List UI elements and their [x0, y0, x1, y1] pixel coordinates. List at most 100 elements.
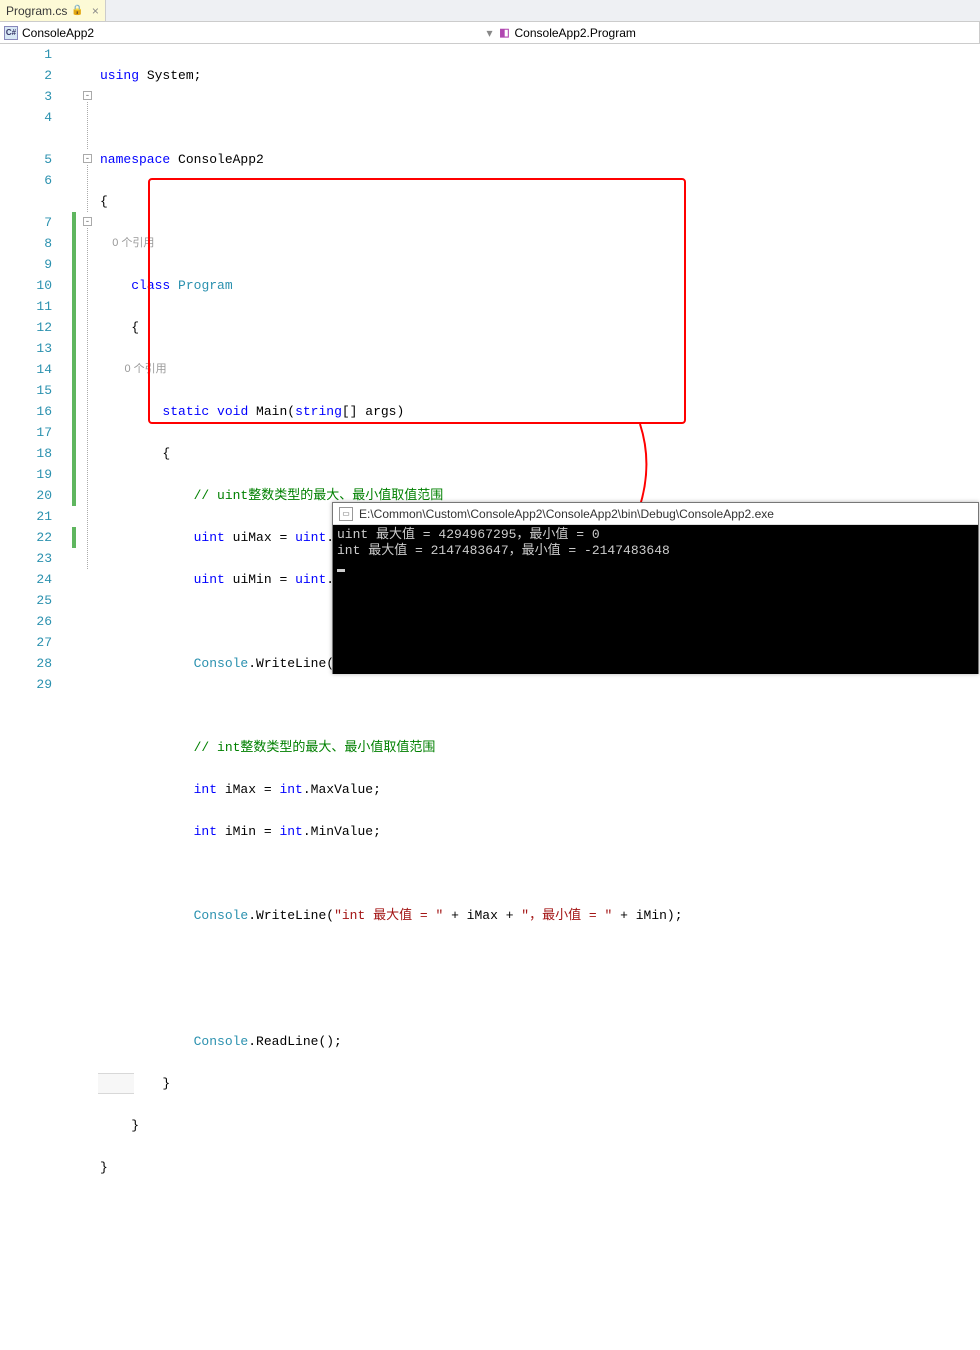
code-token: }	[162, 1076, 170, 1091]
console-line: int 最大值 = 2147483647，最小值 = -2147483648	[337, 543, 670, 558]
line-number: 25	[0, 590, 62, 611]
line-number: 13	[0, 338, 62, 359]
codelens-references[interactable]: 0 个引用	[112, 237, 154, 249]
code-token: int	[279, 782, 302, 797]
tab-label: Program.cs	[6, 4, 67, 18]
fold-toggle[interactable]: -	[83, 91, 92, 100]
code-token: .ReadLine();	[248, 1034, 342, 1049]
line-number	[0, 128, 62, 149]
console-app-icon: ▭	[339, 507, 353, 521]
fold-toggle[interactable]: -	[83, 217, 92, 226]
line-number: 18	[0, 443, 62, 464]
code-token: int	[194, 824, 217, 839]
nav-scope-dropdown[interactable]: C# ConsoleApp2	[0, 22, 485, 43]
code-token: uint	[295, 530, 326, 545]
method-icon: ◧	[499, 27, 511, 39]
fold-column: - - -	[82, 44, 98, 674]
nav-divider: ▾	[485, 22, 495, 43]
line-number: 3	[0, 86, 62, 107]
code-token: Program	[170, 278, 232, 293]
nav-bar: C# ConsoleApp2 ▾ ◧ ConsoleApp2.Program	[0, 22, 980, 44]
console-line: uint 最大值 = 4294967295，最小值 = 0	[337, 527, 600, 542]
nav-member-dropdown[interactable]: ◧ ConsoleApp2.Program	[495, 22, 980, 43]
line-number: 16	[0, 401, 62, 422]
code-token: void	[209, 404, 248, 419]
code-token: string	[295, 404, 342, 419]
code-token: }	[131, 1118, 139, 1133]
code-token: {	[162, 446, 170, 461]
code-token: .MaxValue;	[303, 782, 381, 797]
code-token: namespace	[100, 152, 170, 167]
csharp-icon: C#	[4, 26, 18, 40]
line-number: 2	[0, 65, 62, 86]
code-token: int	[279, 824, 302, 839]
code-token: ConsoleApp2	[170, 152, 264, 167]
line-number: 1	[0, 44, 62, 65]
code-token: uiMax =	[225, 530, 295, 545]
line-number: 8	[0, 233, 62, 254]
line-number	[0, 191, 62, 212]
code-token: int	[194, 782, 217, 797]
line-number: 29	[0, 674, 62, 695]
close-icon[interactable]: ×	[92, 4, 99, 18]
current-line-highlight	[98, 1073, 134, 1094]
code-token: Console	[194, 908, 249, 923]
code-token: uint	[194, 530, 225, 545]
code-token: Console	[194, 1034, 249, 1049]
codelens-references[interactable]: 0 个引用	[124, 363, 166, 375]
code-token: uiMin =	[225, 572, 295, 587]
nav-scope-label: ConsoleApp2	[22, 26, 94, 40]
code-token: Console	[194, 656, 249, 671]
code-token: "int 最大值 = "	[334, 908, 443, 923]
code-token: static	[162, 404, 209, 419]
line-number: 27	[0, 632, 62, 653]
fold-toggle[interactable]: -	[83, 154, 92, 163]
code-token: .MinValue;	[303, 824, 381, 839]
code-token: // int整数类型的最大、最小值取值范围	[194, 740, 436, 755]
code-token: iMax =	[217, 782, 279, 797]
code-token: + iMin);	[612, 908, 682, 923]
change-marker-column	[70, 44, 82, 674]
code-token: Main(	[248, 404, 295, 419]
line-number: 15	[0, 380, 62, 401]
tab-bar: Program.cs 🔒 ×	[0, 0, 980, 22]
code-token: {	[100, 194, 108, 209]
code-token: uint	[194, 572, 225, 587]
change-marker	[72, 527, 76, 548]
code-token: [] args)	[342, 404, 404, 419]
nav-member-label: ConsoleApp2.Program	[515, 26, 636, 40]
code-token: .WriteLine(	[248, 908, 334, 923]
line-number: 12	[0, 317, 62, 338]
line-number: 10	[0, 275, 62, 296]
line-number: 6	[0, 170, 62, 191]
line-number: 5	[0, 149, 62, 170]
file-tab-program[interactable]: Program.cs 🔒 ×	[0, 0, 106, 21]
line-number: 9	[0, 254, 62, 275]
lock-icon: 🔒	[71, 5, 83, 16]
console-title-text: E:\Common\Custom\ConsoleApp2\ConsoleApp2…	[359, 507, 774, 521]
code-token: }	[100, 1160, 108, 1175]
line-number: 19	[0, 464, 62, 485]
code-token: uint	[295, 572, 326, 587]
code-token: "，最小值 = "	[521, 908, 612, 923]
line-number: 21	[0, 506, 62, 527]
line-number: 26	[0, 611, 62, 632]
line-number: 11	[0, 296, 62, 317]
line-number: 17	[0, 422, 62, 443]
console-cursor	[337, 569, 345, 572]
console-window[interactable]: ▭ E:\Common\Custom\ConsoleApp2\ConsoleAp…	[332, 502, 979, 674]
code-token: {	[131, 320, 139, 335]
console-output: uint 最大值 = 4294967295，最小值 = 0 int 最大值 = …	[333, 525, 978, 674]
code-token: using	[100, 68, 139, 83]
line-number: 22	[0, 527, 62, 548]
code-token: iMin =	[217, 824, 279, 839]
line-number: 14	[0, 359, 62, 380]
console-titlebar[interactable]: ▭ E:\Common\Custom\ConsoleApp2\ConsoleAp…	[333, 503, 978, 525]
code-token: System;	[139, 68, 201, 83]
code-token: // uint整数类型的最大、最小值取值范围	[194, 488, 444, 503]
code-token: class	[131, 278, 170, 293]
line-number: 7	[0, 212, 62, 233]
line-number: 20	[0, 485, 62, 506]
code-token: + iMax +	[443, 908, 521, 923]
line-number-gutter: 1234567891011121314151617181920212223242…	[0, 44, 70, 674]
